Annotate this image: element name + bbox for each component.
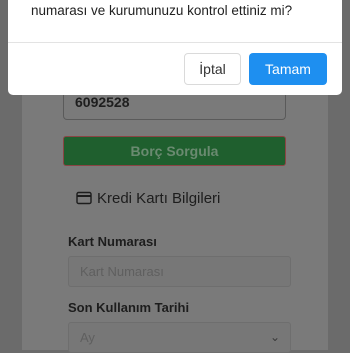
account-number-value: 6092528 bbox=[75, 94, 130, 110]
month-select[interactable]: Ay ⌄ bbox=[68, 322, 291, 353]
credit-card-icon bbox=[76, 191, 92, 205]
chevron-down-icon: ⌄ bbox=[269, 330, 280, 344]
confirm-dialog: numarası ve kurumunuzu kontrol ettiniz m… bbox=[8, 0, 342, 95]
cancel-button[interactable]: İptal bbox=[184, 53, 241, 85]
section-title-text: Kredi Kartı Bilgileri bbox=[97, 189, 221, 207]
ok-button[interactable]: Tamam bbox=[249, 53, 327, 85]
card-number-placeholder: Kart Numarası bbox=[80, 264, 164, 279]
debt-query-button[interactable]: Borç Sorgula bbox=[63, 136, 286, 166]
credit-card-section-title: Kredi Kartı Bilgileri bbox=[76, 188, 220, 208]
card-number-label: Kart Numarası bbox=[68, 234, 157, 249]
expiry-label: Son Kullanım Tarihi bbox=[68, 300, 190, 315]
dialog-message: numarası ve kurumunuzu kontrol ettiniz m… bbox=[31, 3, 293, 18]
card-number-input[interactable]: Kart Numarası bbox=[68, 256, 291, 287]
dialog-divider bbox=[8, 42, 342, 43]
month-select-value: Ay bbox=[80, 330, 95, 345]
